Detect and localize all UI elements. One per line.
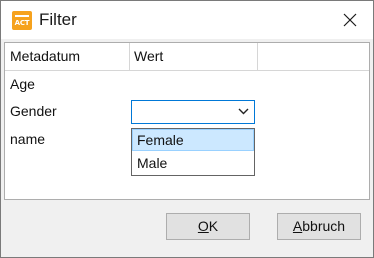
metadatum-cell: Gender — [10, 103, 57, 119]
chevron-down-icon — [238, 108, 249, 115]
dropdown-option-female[interactable]: Female — [132, 129, 254, 151]
cancel-label-rest: bbruch — [302, 218, 346, 234]
title-bar: ACT Filter — [1, 1, 373, 39]
gender-combobox[interactable] — [131, 100, 255, 124]
close-icon — [343, 13, 357, 27]
combobox-value — [132, 101, 137, 123]
dialog-body: Metadatum Wert Age Gender name Female Ma… — [1, 39, 373, 257]
close-button[interactable] — [327, 1, 373, 39]
grid-header-row: Metadatum Wert — [5, 43, 369, 71]
metadata-grid: Metadatum Wert Age Gender name Female Ma… — [4, 42, 370, 200]
cancel-button[interactable]: Abbruch — [277, 213, 361, 240]
ok-mnemonic: O — [197, 218, 209, 234]
window-title: Filter — [39, 10, 77, 29]
filter-dialog: ACT Filter Metadatum Wert Age Gender nam… — [0, 0, 374, 258]
metadatum-cell: Age — [10, 76, 35, 92]
table-row[interactable]: Age — [5, 71, 369, 98]
ok-button[interactable]: OK — [166, 213, 250, 240]
wert-cell[interactable] — [129, 71, 257, 98]
gender-dropdown-list: Female Male — [131, 128, 255, 176]
cancel-mnemonic: A — [292, 218, 303, 234]
dropdown-option-male[interactable]: Male — [132, 152, 254, 174]
column-divider — [257, 43, 258, 71]
header-metadatum: Metadatum — [10, 48, 81, 64]
metadatum-cell: name — [10, 131, 46, 147]
header-wert: Wert — [134, 48, 164, 64]
ok-label-rest: K — [208, 218, 219, 234]
visual-act-logo-icon: ACT — [12, 11, 32, 30]
header-extra — [257, 43, 369, 70]
app-icon-text: ACT — [14, 19, 30, 27]
column-divider — [129, 43, 130, 71]
